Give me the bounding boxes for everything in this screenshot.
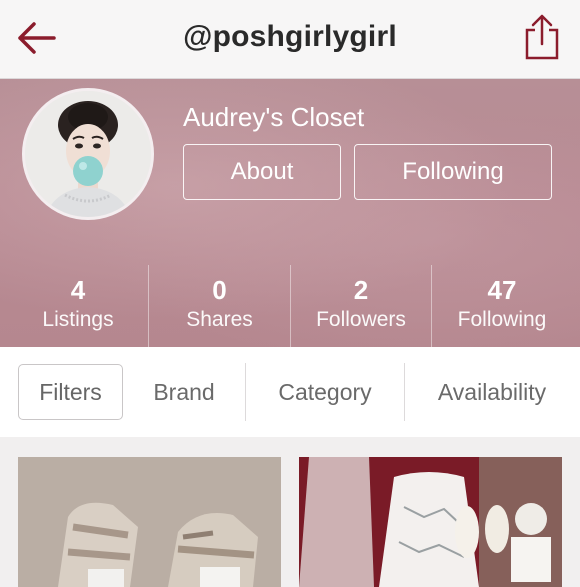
filters-button[interactable]: Filters xyxy=(18,364,123,420)
share-icon xyxy=(525,14,559,60)
stat-followers[interactable]: 2 Followers xyxy=(291,265,431,347)
filter-tab-brand[interactable]: Brand xyxy=(128,364,240,420)
avatar[interactable] xyxy=(22,88,154,220)
stat-label: Following xyxy=(457,308,547,331)
share-button[interactable] xyxy=(522,12,562,62)
filter-tab-category[interactable]: Category xyxy=(250,364,400,420)
filter-divider xyxy=(245,363,246,421)
about-button[interactable]: About xyxy=(183,144,341,200)
listing-photo xyxy=(18,457,281,587)
stat-shares[interactable]: 0 Shares xyxy=(149,265,290,347)
closet-name: Audrey's Closet xyxy=(183,102,365,132)
stat-label: Followers xyxy=(316,308,406,331)
filter-tab-availability[interactable]: Availability xyxy=(410,364,574,420)
stat-count: 4 xyxy=(70,275,86,305)
stat-following[interactable]: 47 Following xyxy=(432,265,572,347)
profile-photo xyxy=(25,91,151,217)
filter-bar: Filters Brand Category Availability xyxy=(0,347,580,438)
stat-count: 47 xyxy=(487,275,517,305)
following-toggle-button[interactable]: Following xyxy=(354,144,552,200)
top-nav-bar: @poshgirlygirl xyxy=(0,0,580,79)
profile-stats: 4 Listings 0 Shares 2 Followers 47 Follo… xyxy=(0,265,580,347)
stat-label: Shares xyxy=(186,308,253,331)
listing-tile[interactable] xyxy=(18,457,281,587)
filter-divider xyxy=(404,363,405,421)
listings-grid xyxy=(0,437,580,587)
stat-count: 0 xyxy=(212,275,227,305)
listing-photo xyxy=(299,457,562,587)
listing-tile[interactable] xyxy=(299,457,562,587)
stat-listings[interactable]: 4 Listings xyxy=(8,265,148,347)
username-title: @poshgirlygirl xyxy=(183,20,397,53)
stat-count: 2 xyxy=(353,275,369,305)
stat-label: Listings xyxy=(42,308,114,331)
